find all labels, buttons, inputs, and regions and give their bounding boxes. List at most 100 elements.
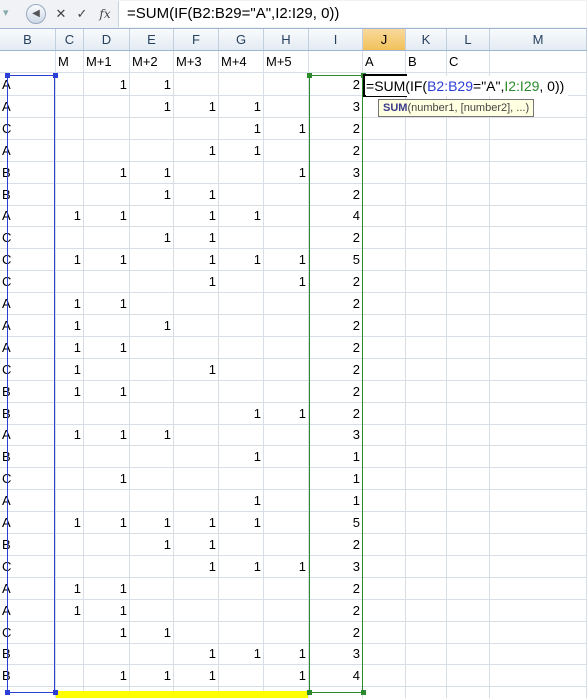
- cell-e[interactable]: [130, 271, 174, 292]
- cell-i[interactable]: 2: [309, 315, 363, 336]
- cell-i[interactable]: 1: [309, 490, 363, 511]
- cell-d[interactable]: 1: [84, 205, 130, 226]
- cell-f[interactable]: 1: [174, 227, 219, 248]
- cell-i[interactable]: 3: [309, 643, 363, 664]
- cell-b[interactable]: A: [0, 490, 56, 511]
- cell-i[interactable]: 2: [309, 140, 363, 161]
- cell-e[interactable]: 1: [130, 227, 174, 248]
- cell-f[interactable]: 1: [174, 271, 219, 292]
- cell-h[interactable]: 1: [264, 556, 309, 577]
- cell-f[interactable]: [174, 337, 219, 358]
- cell-e[interactable]: 1: [130, 96, 174, 117]
- cell-h[interactable]: 1: [264, 118, 309, 139]
- cell-g[interactable]: [219, 359, 264, 380]
- cell-b[interactable]: B: [0, 381, 56, 402]
- cell-i[interactable]: 2: [309, 622, 363, 643]
- cell-b[interactable]: C: [0, 227, 56, 248]
- cell-c[interactable]: [56, 271, 84, 292]
- cell-f[interactable]: [174, 424, 219, 445]
- cell-b[interactable]: A: [0, 337, 56, 358]
- cell-e[interactable]: 1: [130, 184, 174, 205]
- cell-f[interactable]: [174, 118, 219, 139]
- cell-k[interactable]: B: [406, 51, 447, 72]
- cell-e[interactable]: 1: [130, 534, 174, 555]
- cell-e[interactable]: [130, 490, 174, 511]
- worksheet-grid[interactable]: M M+1 M+2 M+3 M+4 M+5 A B C A 1 1 2 A 1 1 1 3 C 1 1 2 A 1 1 2 B 1 1 1…: [0, 51, 587, 698]
- cell-c[interactable]: 1: [56, 249, 84, 270]
- cell-i[interactable]: 1: [309, 446, 363, 467]
- cell-g[interactable]: 1: [219, 205, 264, 226]
- cell-i[interactable]: 1: [309, 468, 363, 489]
- cell-e[interactable]: [130, 403, 174, 424]
- cell-b[interactable]: B: [0, 643, 56, 664]
- cell-d[interactable]: 1: [84, 512, 130, 533]
- cell-i[interactable]: 2: [309, 74, 363, 95]
- cell-g[interactable]: 1: [219, 403, 264, 424]
- cell-b[interactable]: B: [0, 403, 56, 424]
- cell-b[interactable]: A: [0, 293, 56, 314]
- cell-g[interactable]: [219, 184, 264, 205]
- cell-g[interactable]: [219, 227, 264, 248]
- cell-h[interactable]: [264, 74, 309, 95]
- cell-e[interactable]: [130, 140, 174, 161]
- cancel-icon[interactable]: ✕: [53, 5, 69, 23]
- cell-h[interactable]: [264, 184, 309, 205]
- cell-f[interactable]: M+3: [174, 51, 219, 72]
- cell-c[interactable]: [56, 490, 84, 511]
- cell-h[interactable]: [264, 534, 309, 555]
- tooltip-function-name[interactable]: SUM: [383, 102, 407, 114]
- cell-f[interactable]: [174, 293, 219, 314]
- cell-f[interactable]: [174, 622, 219, 643]
- cell-c[interactable]: 1: [56, 600, 84, 621]
- cell-h[interactable]: [264, 381, 309, 402]
- cell-d[interactable]: [84, 140, 130, 161]
- cell-g[interactable]: [219, 665, 264, 686]
- cell-c[interactable]: [56, 96, 84, 117]
- cell-f[interactable]: 1: [174, 140, 219, 161]
- cell-g[interactable]: M+4: [219, 51, 264, 72]
- cell-e[interactable]: [130, 249, 174, 270]
- cell-c[interactable]: [56, 118, 84, 139]
- cell-f[interactable]: 1: [174, 665, 219, 686]
- cell-g[interactable]: [219, 293, 264, 314]
- cell-g[interactable]: [219, 337, 264, 358]
- cell-d[interactable]: [84, 643, 130, 664]
- cell-g[interactable]: [219, 600, 264, 621]
- cell-e[interactable]: [130, 205, 174, 226]
- cell-i[interactable]: 2: [309, 293, 363, 314]
- cell-g[interactable]: 1: [219, 643, 264, 664]
- cell-d[interactable]: [84, 271, 130, 292]
- cell-h[interactable]: [264, 512, 309, 533]
- cell-e[interactable]: [130, 468, 174, 489]
- cell-g[interactable]: [219, 534, 264, 555]
- cell-f[interactable]: 1: [174, 512, 219, 533]
- cell-h[interactable]: [264, 424, 309, 445]
- cell-d[interactable]: [84, 96, 130, 117]
- cell-l[interactable]: C: [447, 51, 490, 72]
- cell-h[interactable]: 1: [264, 403, 309, 424]
- cell-e[interactable]: [130, 337, 174, 358]
- cell-g[interactable]: 1: [219, 140, 264, 161]
- cell-h[interactable]: [264, 96, 309, 117]
- column-header-f[interactable]: F: [174, 29, 219, 50]
- cell-d[interactable]: [84, 315, 130, 336]
- cell-h[interactable]: [264, 293, 309, 314]
- cell-d[interactable]: [84, 184, 130, 205]
- cell-c[interactable]: [56, 622, 84, 643]
- cell-d[interactable]: [84, 534, 130, 555]
- cell-d[interactable]: [84, 446, 130, 467]
- cell-e[interactable]: [130, 556, 174, 577]
- cell-g[interactable]: [219, 315, 264, 336]
- cell-h[interactable]: 1: [264, 643, 309, 664]
- cell-i[interactable]: 3: [309, 96, 363, 117]
- cell-i[interactable]: 2: [309, 403, 363, 424]
- cell-e[interactable]: [130, 118, 174, 139]
- cell-b[interactable]: A: [0, 424, 56, 445]
- cell-f[interactable]: 1: [174, 249, 219, 270]
- cell-d[interactable]: 1: [84, 293, 130, 314]
- cell-b[interactable]: B: [0, 446, 56, 467]
- range-resize-handle[interactable]: [53, 690, 58, 695]
- cell-i[interactable]: 3: [309, 556, 363, 577]
- cell-e[interactable]: 1: [130, 74, 174, 95]
- cell-f[interactable]: [174, 162, 219, 183]
